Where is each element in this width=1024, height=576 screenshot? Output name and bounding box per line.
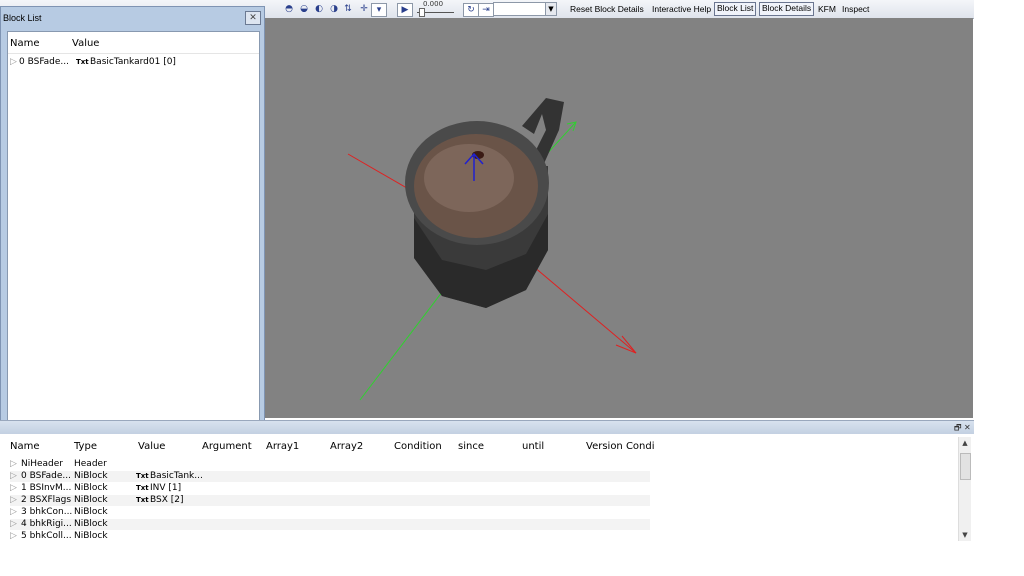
view-top-icon[interactable]: ◓ xyxy=(282,3,296,15)
time-slider-thumb[interactable] xyxy=(419,8,425,17)
header-divider xyxy=(8,53,259,54)
column-header-until[interactable]: until xyxy=(522,441,544,452)
details-scrollbar[interactable]: ▲ ▼ xyxy=(958,437,971,541)
row-name: 1 BSInvM... xyxy=(21,483,72,493)
view-side-icon[interactable]: ◐ xyxy=(312,3,326,15)
column-header-since[interactable]: since xyxy=(458,441,484,452)
row-type: Header xyxy=(74,459,107,469)
restore-close-icon[interactable]: 🗗 ✕ xyxy=(954,422,971,436)
axes-icon[interactable]: ⇅ xyxy=(341,3,355,15)
row-name: 3 bhkCon... xyxy=(21,507,73,517)
scene-svg xyxy=(347,98,637,401)
animation-select[interactable]: ▼ xyxy=(493,2,557,16)
reset-block-details-button[interactable]: Reset Block Details xyxy=(570,3,644,15)
txt-tag: Txt xyxy=(136,496,149,504)
txt-tag: Txt xyxy=(136,484,149,492)
row-name: 2 BSXFlags xyxy=(21,495,72,505)
expand-arrow-icon[interactable]: ▷ xyxy=(10,57,17,67)
block-list-window: Block List ✕ Name Value ▷ 0 BSFade... Tx… xyxy=(0,6,265,433)
play-icon[interactable]: ▶ xyxy=(397,3,413,17)
row-name: 0 BSFade... xyxy=(19,57,70,67)
row-value: INV [1] xyxy=(150,483,182,493)
row-name: 5 bhkColl... xyxy=(21,531,72,541)
row-type: NiBlock xyxy=(74,531,108,541)
kfm-button[interactable]: KFM xyxy=(818,3,836,15)
txt-tag: Txt xyxy=(76,58,89,66)
column-header-array1[interactable]: Array1 xyxy=(266,441,299,452)
render-viewport[interactable] xyxy=(264,18,973,418)
column-header-argument[interactable]: Argument xyxy=(202,441,252,452)
table-row[interactable]: ▷ 2 BSXFlags NiBlock Txt BSX [2] xyxy=(10,495,650,506)
expand-arrow-icon[interactable]: ▷ xyxy=(10,507,17,517)
expand-arrow-icon[interactable]: ▷ xyxy=(10,483,17,493)
loop-icon[interactable]: ↻ xyxy=(463,3,479,17)
table-row[interactable]: ▷ 4 bhkRigi... NiBlock xyxy=(10,519,650,530)
view-front-icon[interactable]: ◒ xyxy=(297,3,311,15)
block-list-tree[interactable]: Name Value ▷ 0 BSFade... Txt BasicTankar… xyxy=(7,31,260,429)
close-icon[interactable]: ✕ xyxy=(245,11,261,25)
row-value: BSX [2] xyxy=(150,495,184,505)
row-type: NiBlock xyxy=(74,483,108,493)
details-header: Name Type Value Argument Array1 Array2 C… xyxy=(10,441,655,455)
table-row[interactable]: ▷ 1 BSInvM... NiBlock Txt INV [1] xyxy=(10,483,650,494)
expand-arrow-icon[interactable]: ▷ xyxy=(10,459,17,469)
column-header-name[interactable]: Name xyxy=(10,441,40,452)
expand-arrow-icon[interactable]: ▷ xyxy=(10,519,17,529)
column-header-type[interactable]: Type xyxy=(74,441,97,452)
scroll-up-icon[interactable]: ▲ xyxy=(959,439,971,447)
block-list-titlebar[interactable]: Block List ✕ xyxy=(1,7,264,29)
row-name: 0 BSFade... xyxy=(21,471,72,481)
table-row[interactable]: ▷ 5 bhkColl... NiBlock xyxy=(10,531,650,541)
chevron-down-icon: ▼ xyxy=(545,3,556,15)
row-type: NiBlock xyxy=(74,495,108,505)
column-header-name[interactable]: Name xyxy=(10,38,40,49)
interactive-help-button[interactable]: Interactive Help xyxy=(652,3,711,15)
block-list-button[interactable]: Block List xyxy=(714,2,757,16)
foam-highlight xyxy=(424,144,514,212)
row-type: NiBlock xyxy=(74,507,108,517)
row-name: NiHeader xyxy=(21,459,64,469)
block-details-button[interactable]: Block Details xyxy=(759,2,815,16)
column-header-array2[interactable]: Array2 xyxy=(330,441,363,452)
table-row[interactable]: ▷ 0 BSFade... NiBlock Txt BasicTank... xyxy=(10,471,650,482)
block-details-titlebar[interactable]: 🗗 ✕ xyxy=(0,421,974,434)
column-header-condition[interactable]: Condition xyxy=(394,441,442,452)
txt-tag: Txt xyxy=(136,472,149,480)
move-icon[interactable]: ✛ xyxy=(357,3,371,15)
scroll-thumb[interactable] xyxy=(960,453,971,480)
row-name: 4 bhkRigi... xyxy=(21,519,72,529)
expand-arrow-icon[interactable]: ▷ xyxy=(10,531,17,541)
block-list-title: Block List xyxy=(3,13,42,23)
row-value: BasicTank... xyxy=(150,471,203,481)
scroll-down-icon[interactable]: ▼ xyxy=(959,531,971,539)
column-header-value[interactable]: Value xyxy=(138,441,165,452)
dropdown-icon[interactable]: ▾ xyxy=(371,3,387,17)
expand-arrow-icon[interactable]: ▷ xyxy=(10,471,17,481)
time-value: 0.000 xyxy=(423,0,444,8)
expand-arrow-icon[interactable]: ▷ xyxy=(10,495,17,505)
row-value: BasicTankard01 [0] xyxy=(90,57,176,67)
column-header-value[interactable]: Value xyxy=(72,38,99,49)
row-type: NiBlock xyxy=(74,519,108,529)
view-user-icon[interactable]: ◑ xyxy=(327,3,341,15)
row-type: NiBlock xyxy=(74,471,108,481)
column-header-version-condition[interactable]: Version Condi xyxy=(586,441,655,452)
switch-icon[interactable]: ⇥ xyxy=(478,3,494,17)
table-row[interactable]: ▷ 3 bhkCon... NiBlock xyxy=(10,507,650,518)
table-row[interactable]: ▷ NiHeader Header xyxy=(10,459,650,470)
inspect-button[interactable]: Inspect xyxy=(842,3,869,15)
